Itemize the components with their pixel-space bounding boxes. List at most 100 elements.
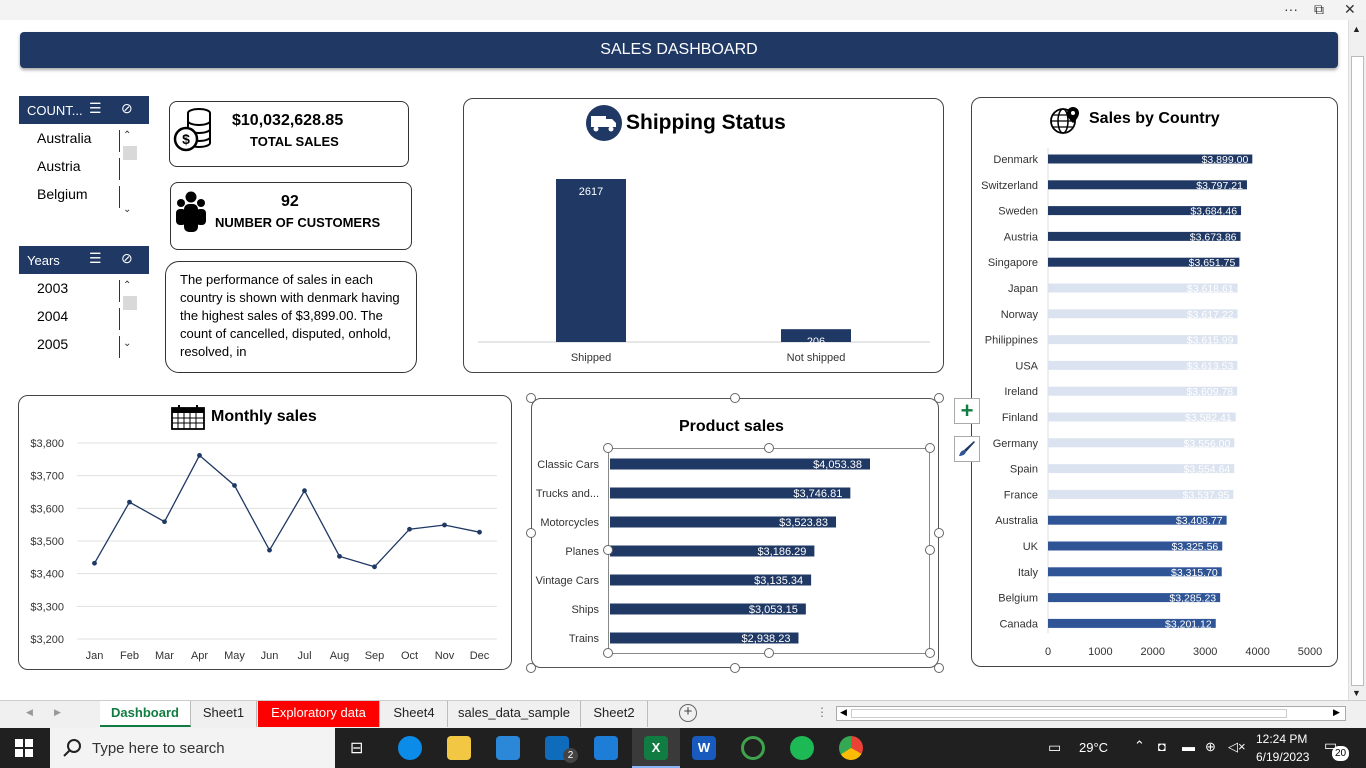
file-explorer-icon[interactable] <box>447 736 471 760</box>
clock-date[interactable]: 6/19/2023 <box>1256 750 1309 764</box>
scroll-thumb[interactable] <box>123 296 137 310</box>
horizontal-scrollbar[interactable]: ◀ ▶ <box>836 706 1346 721</box>
horizontal-scroll-thumb[interactable] <box>851 709 1287 718</box>
window-title-bar: ··· ⧉ ✕ <box>0 0 1366 20</box>
plot-resize-handle[interactable] <box>603 545 613 555</box>
resize-handle[interactable] <box>526 528 536 538</box>
task-view-icon[interactable]: ⊟ <box>350 738 363 758</box>
tab-sheet1[interactable]: Sheet1 <box>191 701 257 727</box>
customers-label: NUMBER OF CUSTOMERS <box>215 215 381 230</box>
shipping-status-chart[interactable]: Shipping Status 2617 Shipped 206 Not shippe… <box>463 98 944 373</box>
sales-by-country-chart[interactable]: Sales by Country Denmark $3,899.00 Switzer… <box>971 97 1338 667</box>
scroll-up-arrow-icon[interactable]: ▲ <box>1352 24 1361 34</box>
scroll-thumb[interactable] <box>123 146 137 160</box>
resize-handle[interactable] <box>730 393 740 403</box>
category-label: Finland <box>1002 412 1038 424</box>
vertical-scrollbar[interactable]: ▲ ▼ <box>1348 20 1366 700</box>
taskbar-search-box[interactable]: Type here to search <box>50 728 335 768</box>
more-options-icon[interactable]: ··· <box>1284 1 1298 17</box>
total-sales-label: TOTAL SALES <box>250 134 339 149</box>
plot-resize-handle[interactable] <box>925 443 935 453</box>
plot-resize-handle[interactable] <box>925 545 935 555</box>
category-label: Philippines <box>985 335 1039 347</box>
chevron-down-icon[interactable]: ⌄ <box>123 338 131 349</box>
scrollbar-thumb[interactable] <box>1351 56 1364 686</box>
chevron-up-icon[interactable]: ⌃ <box>123 280 131 291</box>
weather-icon[interactable]: ▭ <box>1048 739 1061 756</box>
show-hidden-icons-icon[interactable]: ⌃ <box>1134 738 1145 754</box>
data-label: $3,554.64 <box>1184 464 1231 476</box>
add-sheet-icon[interactable]: + <box>679 704 697 722</box>
spotify-icon[interactable] <box>790 736 814 760</box>
data-label: $3,618.61 <box>1187 283 1234 295</box>
y-tick-label: $3,300 <box>30 601 64 613</box>
tab-scroll-right-icon[interactable]: ▶ <box>54 707 61 718</box>
data-point <box>92 560 97 566</box>
x-tick-label: 2000 <box>1141 646 1165 658</box>
plot-resize-handle[interactable] <box>603 648 613 658</box>
resize-handle[interactable] <box>934 663 944 673</box>
scroll-right-arrow-icon[interactable]: ▶ <box>1333 707 1340 718</box>
tab-sheet4[interactable]: Sheet4 <box>381 701 448 727</box>
word-icon[interactable]: W <box>692 736 716 760</box>
tab-dashboard[interactable]: Dashboard <box>100 701 191 727</box>
category-label: Sweden <box>998 206 1038 218</box>
weather-temp[interactable]: 29°C <box>1079 740 1108 755</box>
monthly-sales-chart[interactable]: Monthly sales $3,800 $3,700 $3,600 $3,500 $3… <box>18 395 512 670</box>
network-globe-icon[interactable]: ⊕ <box>1205 739 1216 755</box>
x-tick-label: Nov <box>435 650 455 662</box>
resize-handle[interactable] <box>934 528 944 538</box>
tab-exploratory-data[interactable]: Exploratory data <box>258 701 380 727</box>
clear-filter-icon[interactable]: ⊘ <box>121 250 133 267</box>
battery-icon[interactable]: ▬ <box>1182 739 1195 754</box>
multi-select-icon[interactable]: ☰ <box>89 250 102 267</box>
plot-resize-handle[interactable] <box>764 443 774 453</box>
tab-sheet2[interactable]: Sheet2 <box>581 701 648 727</box>
resize-handle[interactable] <box>730 663 740 673</box>
clock-time[interactable]: 12:24 PM <box>1256 732 1307 746</box>
green-app-icon[interactable] <box>741 736 765 760</box>
splitter-handle-icon[interactable]: ⋮ <box>816 705 828 719</box>
restore-window-icon[interactable]: ⧉ <box>1314 1 1324 18</box>
resize-handle[interactable] <box>526 663 536 673</box>
chrome-icon[interactable] <box>839 736 863 760</box>
country-slicer[interactable]: COUNT... ☰ ⊘ Australia Austria Belgium ⌃… <box>19 96 149 218</box>
plot-area-selection[interactable] <box>608 448 930 654</box>
clear-filter-icon[interactable]: ⊘ <box>121 100 133 117</box>
resize-handle[interactable] <box>934 393 944 403</box>
country-slicer-scrollbar[interactable]: ⌃ ⌄ <box>117 128 137 218</box>
customers-card: 92 NUMBER OF CUSTOMERS <box>170 182 412 250</box>
plot-resize-handle[interactable] <box>603 443 613 453</box>
category-label: Belgium <box>998 593 1038 605</box>
data-label: $3,613.53 <box>1187 360 1234 372</box>
category-label: UK <box>1023 541 1039 553</box>
chevron-down-icon[interactable]: ⌄ <box>123 204 131 215</box>
tab-scroll-left-icon[interactable]: ◀ <box>26 707 33 718</box>
plot-resize-handle[interactable] <box>925 648 935 658</box>
close-window-icon[interactable]: ✕ <box>1344 1 1356 18</box>
scroll-left-arrow-icon[interactable]: ◀ <box>840 707 847 718</box>
meet-now-icon[interactable]: ◘ <box>1158 739 1166 754</box>
excel-taskbar-button[interactable]: X <box>632 728 680 768</box>
chart-styles-button[interactable] <box>954 436 980 462</box>
coins-icon: $ <box>173 108 211 152</box>
windows-start-icon[interactable] <box>15 739 33 757</box>
resize-handle[interactable] <box>526 393 536 403</box>
microsoft-store-icon[interactable] <box>496 736 520 760</box>
scroll-down-arrow-icon[interactable]: ▼ <box>1352 688 1361 698</box>
category-label: Switzerland <box>981 180 1038 192</box>
app-icon[interactable] <box>594 736 618 760</box>
edge-browser-icon[interactable] <box>398 736 422 760</box>
multi-select-icon[interactable]: ☰ <box>89 100 102 117</box>
x-tick-label: Feb <box>120 650 139 662</box>
chevron-up-icon[interactable]: ⌃ <box>123 130 131 141</box>
tab-sales-data-sample[interactable]: sales_data_sample <box>448 701 581 727</box>
years-slicer[interactable]: Years ☰ ⊘ 2003 2004 2005 ⌃ ⌄ <box>19 246 149 358</box>
data-point <box>477 529 482 535</box>
plot-resize-handle[interactable] <box>764 648 774 658</box>
years-slicer-scrollbar[interactable]: ⌃ ⌄ <box>117 278 137 358</box>
total-sales-value: $10,032,628.85 <box>232 112 344 129</box>
volume-muted-icon[interactable]: ◁× <box>1228 739 1246 755</box>
chart-elements-button[interactable]: + <box>954 398 980 424</box>
category-label: Ireland <box>1004 386 1038 398</box>
